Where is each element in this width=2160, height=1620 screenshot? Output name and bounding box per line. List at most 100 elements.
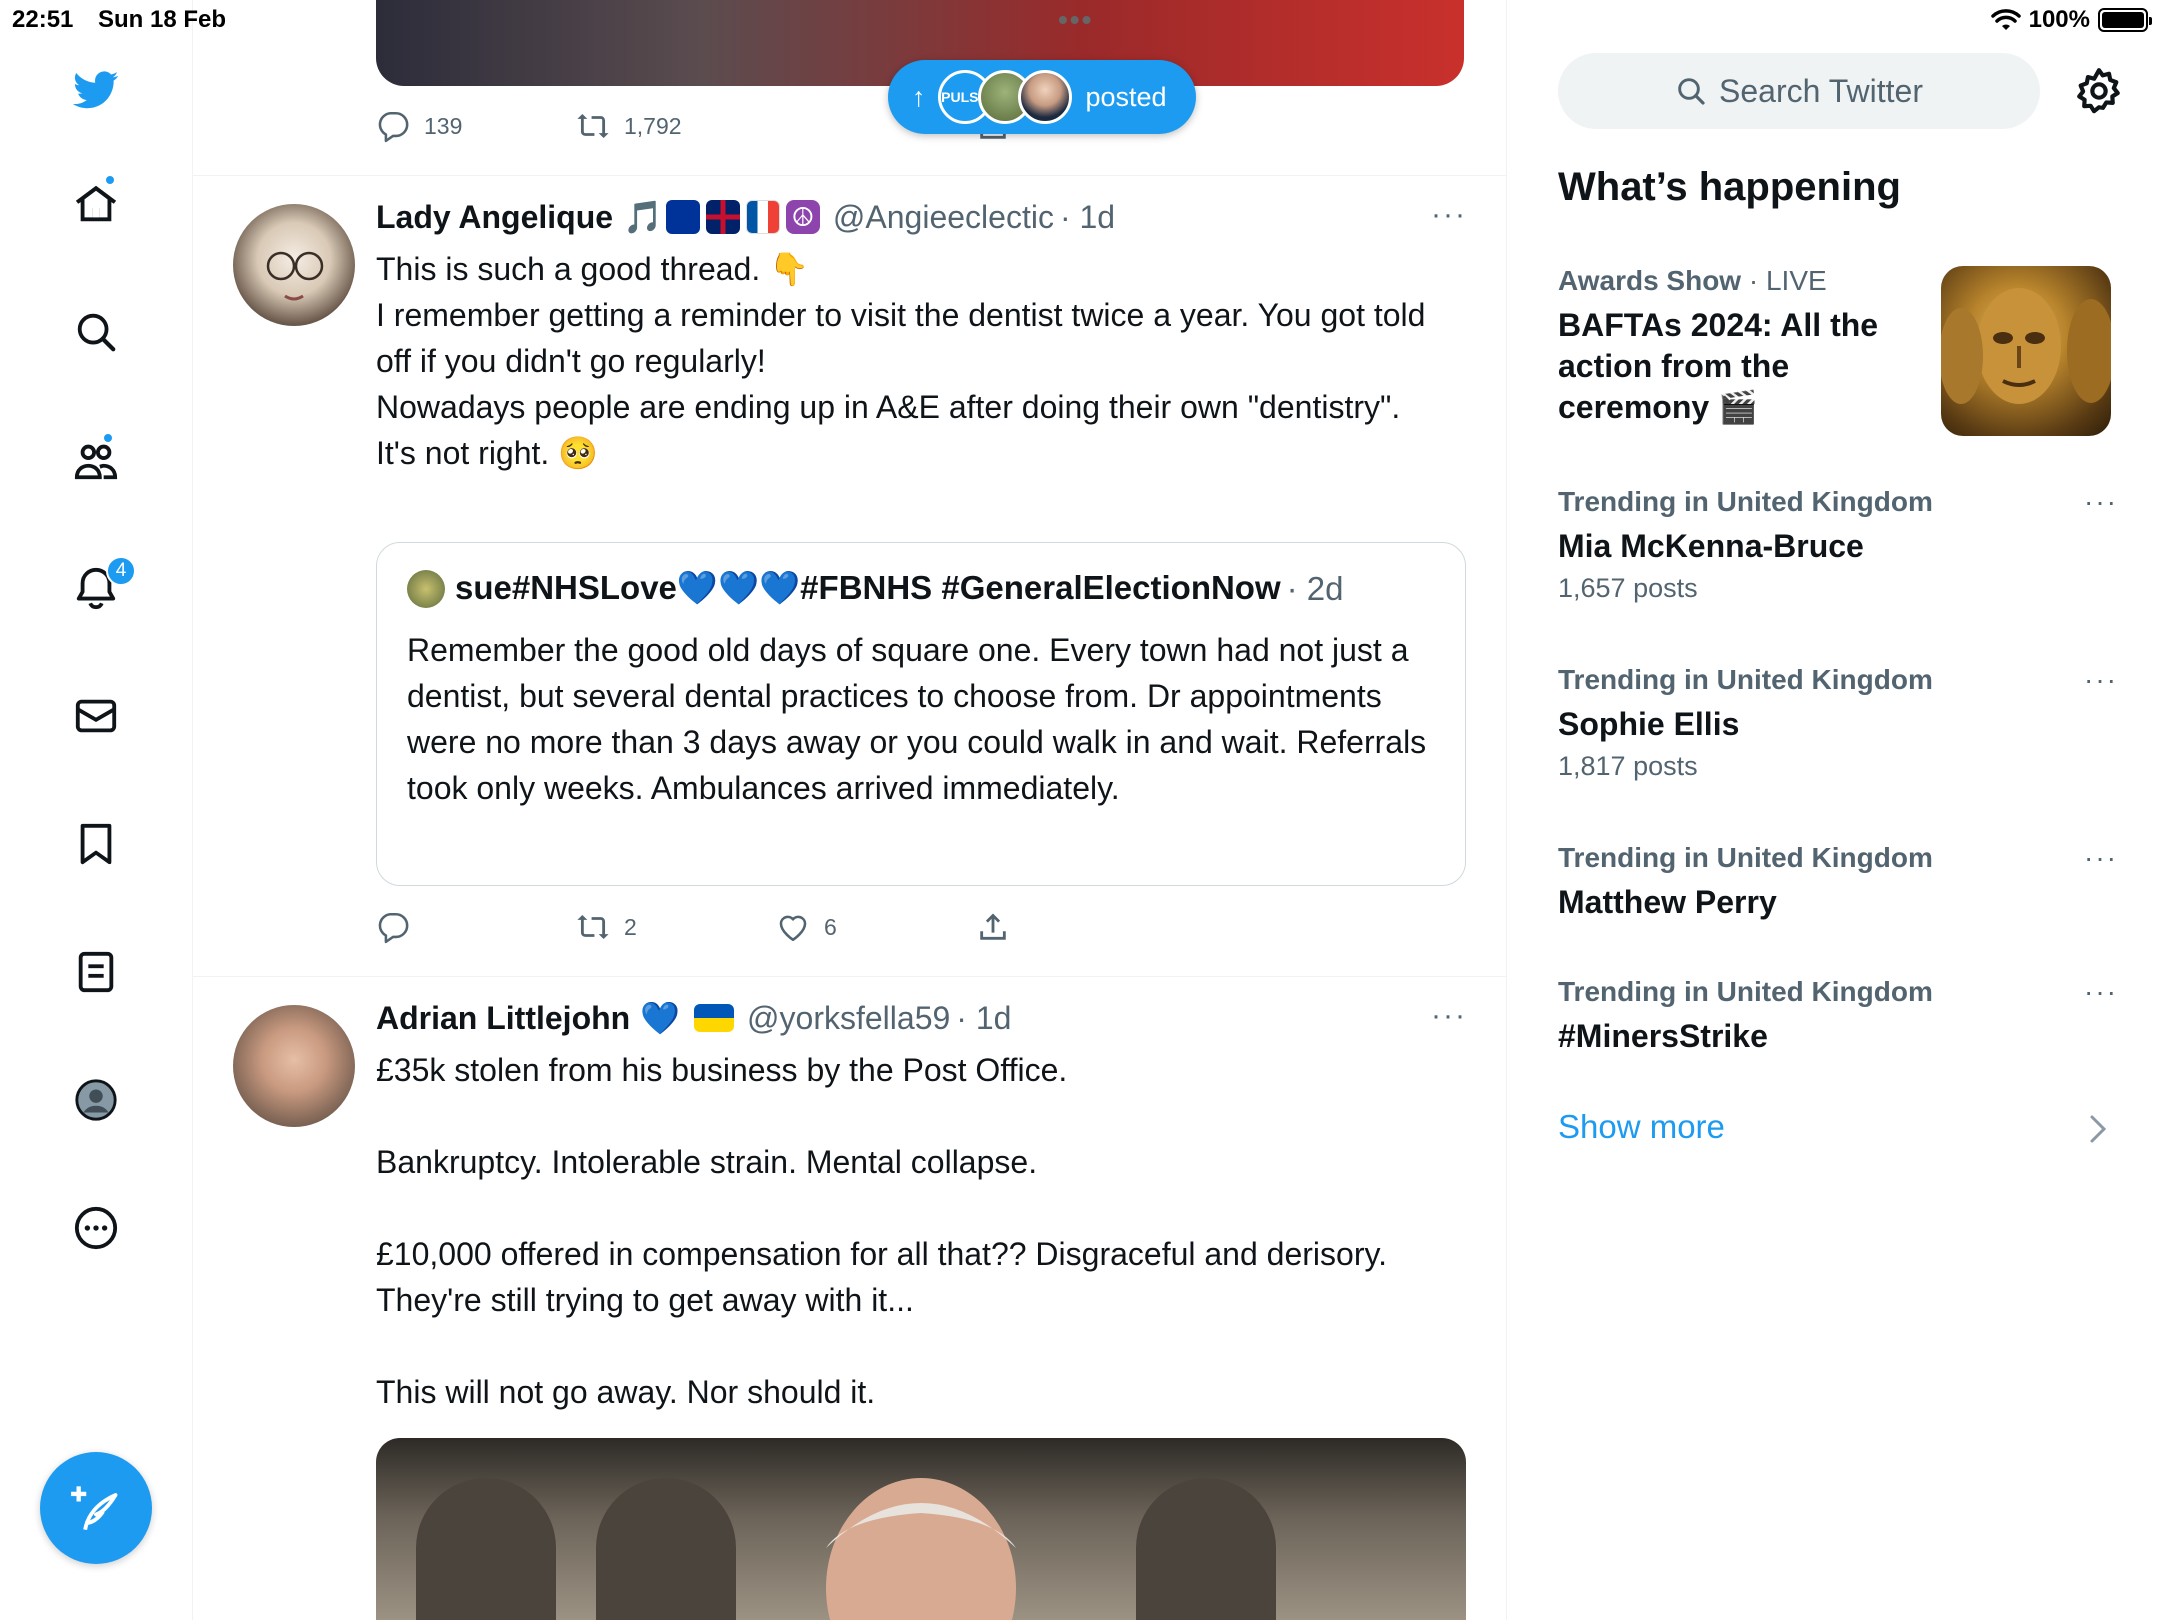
retweet-count: 1,792 [624,112,682,139]
eu-flag-icon [665,200,700,234]
retweet-icon [577,113,609,139]
battery-icon [2098,8,2152,32]
nav-explore[interactable] [64,300,128,364]
nav-more[interactable] [64,1196,128,1260]
trend-title: BAFTAs 2024: All the action from the cer… [1558,307,1879,425]
trend-more-button[interactable]: ··· [2084,976,2118,1008]
settings-button[interactable] [2074,66,2124,116]
trend-item[interactable]: Trending in United Kingdom Mia McKenna-B… [1558,486,2118,604]
compose-icon [71,1486,118,1531]
quoted-avatar [407,569,445,608]
author-handle[interactable]: @yorksfella59 [747,1000,950,1037]
new-posts-avatars: PULSE [937,70,1072,124]
tweet-text: This is such a good thread. 👇 I remember… [376,251,1426,471]
new-posts-pill[interactable]: ↑ PULSE posted [888,60,1196,134]
avatar-drawing [266,251,324,301]
man-avatar [1017,70,1072,124]
search-placeholder: Search Twitter [1719,72,1923,109]
trend-more-button[interactable]: ··· [2084,842,2118,874]
author-name[interactable]: Lady Angelique [376,199,613,236]
tweet-photo[interactable] [376,1438,1466,1620]
reply-button[interactable]: 139 [376,106,576,146]
tweet-time[interactable]: · 1d [956,1000,1011,1037]
communities-icon [74,444,118,480]
nav-notifications[interactable]: 4 [64,556,136,620]
multitasking-dots[interactable]: ••• [1058,4,1093,36]
tweet-lady-angelique[interactable]: Lady Angelique 🎵 ☮ @Angieeclectic · 1d ·… [193,176,1506,976]
trend-meta: Trending in United Kingdom [1558,664,1933,695]
new-posts-label: posted [1085,81,1167,112]
trend-featured[interactable]: Awards Show · LIVE BAFTAs 2024: All the … [1558,265,1938,428]
trend-more-button[interactable]: ··· [2084,486,2118,518]
arrow-up-icon: ↑ [912,81,926,112]
author-name[interactable]: Adrian Littlejohn [376,1000,630,1037]
home-icon [75,185,117,222]
quoted-tweet[interactable]: sue#NHSLove💙💙💙#FBNHS #GeneralElectionNow… [376,542,1466,886]
tweet-more-button[interactable]: ··· [1431,198,1467,232]
tweet-time[interactable]: · 1d [1060,199,1115,236]
tweet-header: Adrian Littlejohn 💙 @yorksfella59 · 1d [376,999,1011,1037]
status-date: Sun 18 Feb [98,6,227,33]
trend-category: Awards Show [1558,265,1742,296]
trend-item[interactable]: Trending in United Kingdom Sophie Ellis … [1558,664,2118,782]
quoted-tweet-header: sue#NHSLove💙💙💙#FBNHS #GeneralElectionNow… [407,569,1344,608]
bafta-thumbnail[interactable] [1941,266,2111,436]
nav-profile[interactable] [64,1068,128,1132]
author-handle[interactable]: @Angieeclectic [833,199,1054,236]
ukraine-flag-icon [694,1004,735,1032]
trend-count: 1,817 posts [1558,751,1698,781]
peace-sign-icon: ☮ [785,200,820,234]
avatar[interactable] [233,1005,355,1127]
trend-more-button[interactable]: ··· [2084,664,2118,696]
twitter-logo-icon[interactable] [64,58,128,122]
retweet-button[interactable]: 1,792 [576,106,776,146]
avatar[interactable] [233,204,355,326]
battery-percent: 100% [2028,6,2090,33]
blue-heart-emoji: 💙 [640,1000,681,1036]
bafta-mask-drawing [1941,288,2111,404]
search-icon [1678,78,1705,105]
trend-meta: Trending in United Kingdom [1558,842,1933,873]
music-note-emoji: 🎵 [623,199,663,235]
right-sidebar: Search Twitter What’s happening Awards S… [1508,0,2160,1620]
trend-meta: Awards Show · LIVE [1558,265,1938,297]
retweet-icon [577,914,609,940]
heart-icon [779,915,807,942]
bookmark-icon [80,823,112,865]
trend-meta: Trending in United Kingdom [1558,976,1933,1007]
home-unread-dot [104,174,116,186]
show-more-link[interactable]: Show more [1558,1108,1725,1146]
status-time: 22:51 [12,6,74,33]
tweet-more-button[interactable]: ··· [1431,999,1467,1033]
compose-button[interactable] [40,1452,152,1564]
whats-happening-heading: What’s happening [1558,165,1901,209]
tweet-header: Lady Angelique 🎵 ☮ @Angieeclectic · 1d [376,198,1115,236]
nav-bookmarks[interactable] [64,812,128,876]
retweet-count: 2 [624,913,637,940]
nav-messages[interactable] [64,684,128,748]
status-bar: 22:51 Sun 18 Feb ••• 100% [0,0,2160,40]
tweet-text: £35k stolen from his business by the Pos… [376,1052,1387,1410]
profile-icon [75,1079,117,1121]
trend-item[interactable]: Trending in United Kingdom Matthew Perry… [1558,842,2118,923]
france-flag-icon [745,200,780,234]
retweet-button[interactable]: 2 [576,910,776,944]
trend-item[interactable]: Trending in United Kingdom #MinersStrike… [1558,976,2118,1057]
trend-title: Mia McKenna-Bruce [1558,528,1864,564]
chevron-right-icon[interactable] [2086,1114,2110,1144]
photo-drawing [416,1478,1276,1620]
mail-icon [75,699,117,733]
nav-lists[interactable] [64,940,128,1004]
wifi-icon [1990,9,2021,30]
trend-title: Sophie Ellis [1558,706,1740,742]
share-icon [980,913,1006,940]
left-nav: 4 [0,0,193,1620]
share-button[interactable] [976,910,1010,944]
nav-home[interactable] [64,172,128,236]
trend-title: Matthew Perry [1558,884,1777,920]
like-button[interactable]: 6 [776,910,976,944]
nav-communities[interactable] [64,428,128,492]
reply-button[interactable] [376,910,576,944]
trend-title: #MinersStrike [1558,1018,1768,1054]
search-input[interactable]: Search Twitter [1558,53,2040,129]
